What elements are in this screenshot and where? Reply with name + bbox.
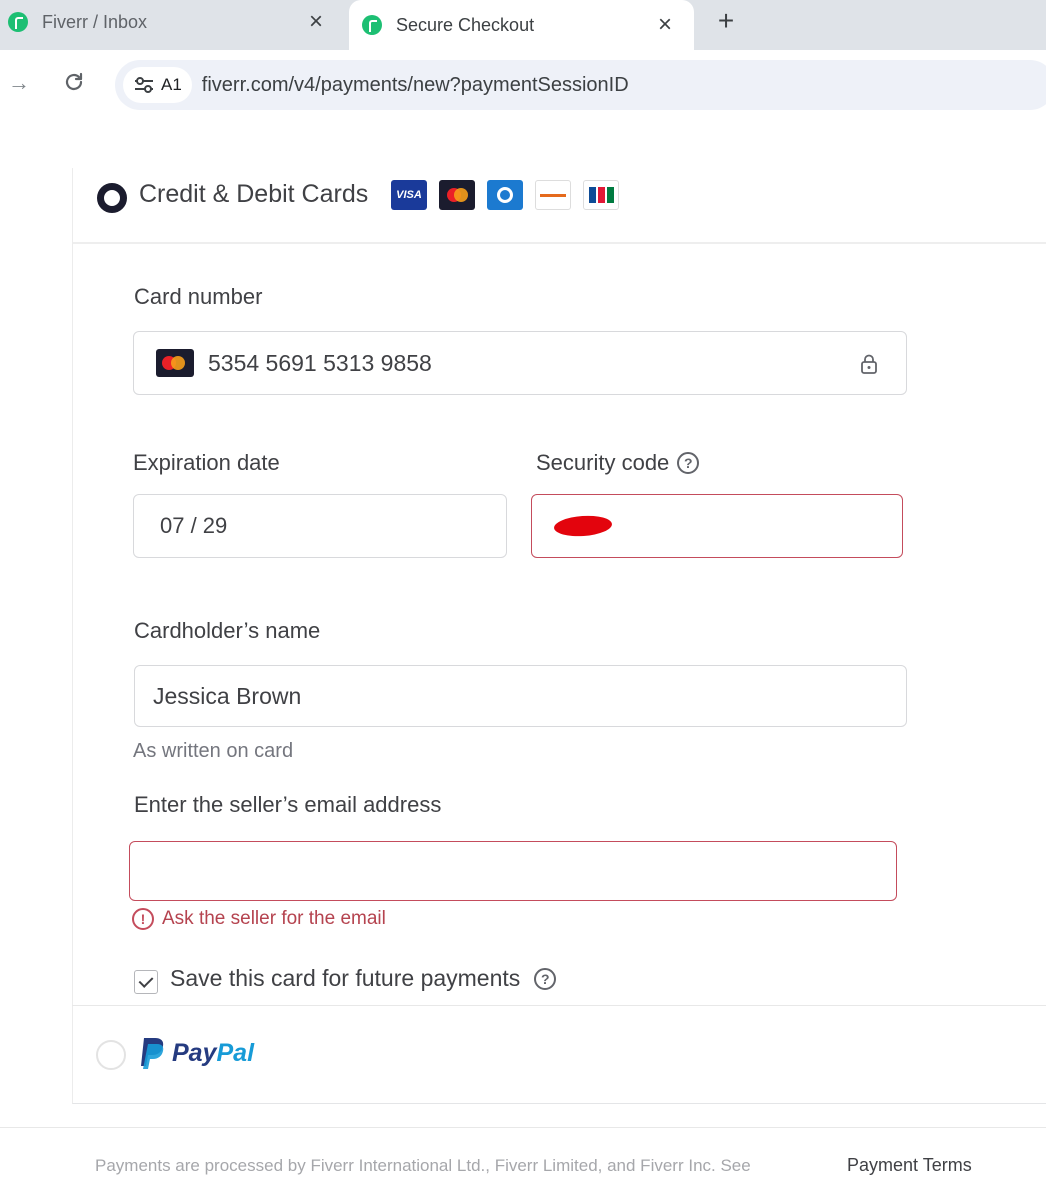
mastercard-logo-icon	[439, 180, 475, 210]
close-icon[interactable]: ×	[654, 13, 676, 37]
security-code-label-text: Security code	[536, 450, 670, 475]
save-card-checkbox[interactable]	[134, 970, 158, 994]
jcb-logo-icon	[583, 180, 619, 210]
tab-secure-checkout[interactable]: Secure Checkout ×	[349, 0, 694, 50]
help-icon[interactable]: ?	[677, 452, 700, 474]
tab-fiverr-inbox[interactable]: Fiverr / Inbox ×	[0, 0, 345, 44]
fiverr-favicon-icon	[362, 15, 382, 35]
site-info-button[interactable]: A1	[123, 67, 192, 103]
paypal-method-radio[interactable]	[96, 1040, 126, 1070]
card-number-label: Card number	[134, 284, 263, 309]
footer-text: Payments are processed by Fiverr Interna…	[95, 1156, 751, 1175]
cardholder-name-input[interactable]: Jessica Brown	[134, 665, 907, 727]
help-icon[interactable]: ?	[534, 968, 557, 990]
card-number-value: 5354 5691 5313 9858	[208, 349, 432, 376]
visa-logo-icon: VISA	[391, 180, 427, 210]
expiration-date-label: Expiration date	[133, 450, 280, 475]
seller-email-label: Enter the seller’s email address	[134, 792, 442, 817]
url-text[interactable]: fiverr.com/v4/payments/new?paymentSessio…	[202, 74, 629, 97]
error-exclamation-icon: !	[132, 908, 154, 930]
footer-divider	[0, 1127, 1046, 1128]
fiverr-favicon-icon	[8, 12, 28, 32]
save-card-label: Save this card for future payments?	[170, 965, 557, 992]
address-bar[interactable]: A1 fiverr.com/v4/payments/new?paymentSes…	[115, 60, 1046, 110]
mastercard-chip-icon	[156, 349, 194, 377]
card-brand-logos: VISA	[391, 180, 619, 210]
card-method-title: Credit & Debit Cards	[139, 180, 369, 208]
cardholder-name-label: Cardholder’s name	[134, 618, 321, 643]
save-card-label-text: Save this card for future payments	[170, 965, 521, 991]
paypal-logo[interactable]: PayPal	[138, 1036, 254, 1070]
browser-tab-strip: Fiverr / Inbox × Secure Checkout × +	[0, 0, 1046, 50]
cardholder-hint: As written on card	[133, 740, 294, 762]
tab-title: Fiverr / Inbox	[42, 11, 148, 32]
close-icon[interactable]: ×	[305, 10, 327, 34]
discover-logo-icon	[535, 180, 571, 210]
expiration-date-value: 07 / 29	[160, 513, 228, 538]
site-info-label: A1	[161, 75, 182, 94]
tune-icon	[135, 77, 153, 93]
security-code-label: Security code?	[536, 450, 700, 476]
new-tab-plus-icon[interactable]: +	[712, 7, 740, 35]
paypal-wordmark: PayPal	[172, 1038, 255, 1067]
redaction-scribble	[553, 514, 613, 538]
section-divider	[72, 1005, 1046, 1006]
browser-toolbar: → A1 fiverr.com/v4/payments/new?paymentS…	[0, 50, 1046, 120]
seller-email-error-text: Ask the seller for the email	[162, 908, 386, 929]
security-code-input[interactable]	[531, 494, 903, 558]
card-method-radio[interactable]	[97, 183, 127, 213]
cardholder-name-value: Jessica Brown	[153, 682, 302, 709]
paypal-p-icon	[141, 1038, 164, 1069]
tab-title: Secure Checkout	[396, 14, 535, 35]
reload-icon[interactable]	[62, 70, 86, 94]
seller-email-error: ! Ask the seller for the email	[132, 908, 386, 930]
seller-email-input[interactable]	[129, 841, 897, 901]
payment-terms-link[interactable]: Payment Terms	[847, 1155, 972, 1176]
card-number-input[interactable]: 5354 5691 5313 9858	[133, 331, 907, 395]
lock-icon	[861, 354, 877, 374]
forward-arrow-icon[interactable]: →	[8, 70, 30, 96]
diners-club-logo-icon	[487, 180, 523, 210]
expiration-date-input[interactable]: 07 / 29	[133, 494, 507, 558]
card-method-header[interactable]: Credit & Debit Cards VISA	[73, 168, 1046, 244]
